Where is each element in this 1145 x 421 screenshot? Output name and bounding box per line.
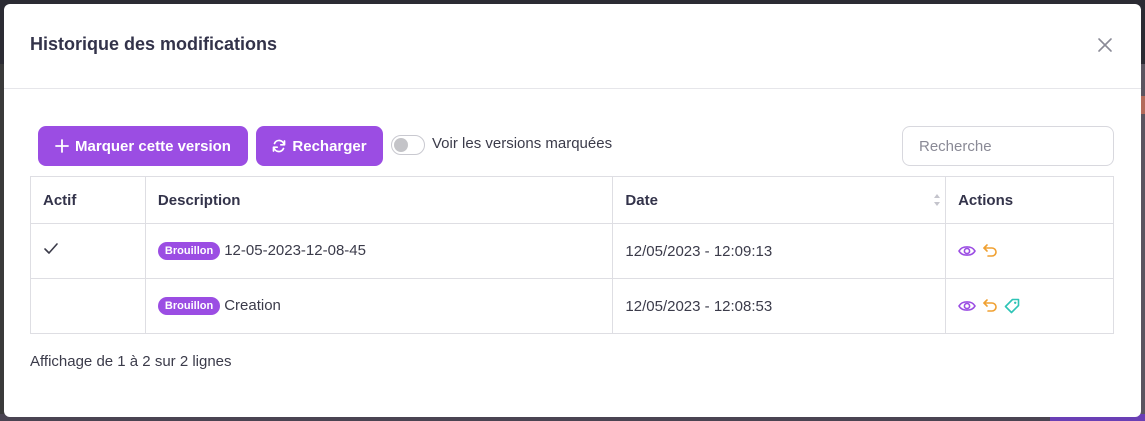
status-badge: Brouillon bbox=[157, 242, 221, 260]
close-icon[interactable] bbox=[1096, 36, 1114, 54]
tag-icon[interactable] bbox=[1004, 298, 1020, 314]
modal-title: Historique des modifications bbox=[30, 34, 278, 54]
active-cell bbox=[30, 278, 146, 334]
modal-header: Historique des modifications bbox=[4, 4, 1141, 89]
reload-button[interactable]: Recharger bbox=[256, 126, 383, 166]
versions-table: Actif Description Date Actions Brouillon… bbox=[30, 176, 1114, 334]
active-cell bbox=[30, 223, 146, 279]
status-badge: Brouillon bbox=[157, 297, 221, 315]
plus-icon bbox=[55, 139, 69, 153]
column-header-date-label: Date bbox=[625, 191, 658, 209]
search-input[interactable] bbox=[902, 126, 1114, 166]
marked-versions-toggle[interactable] bbox=[391, 135, 425, 155]
actions-cell bbox=[945, 223, 1114, 279]
eye-icon[interactable] bbox=[958, 244, 977, 258]
eye-icon[interactable] bbox=[958, 299, 977, 313]
sort-icon[interactable] bbox=[933, 193, 941, 211]
description-cell: Brouillon 12-05-2023-12-08-45 bbox=[144, 223, 614, 279]
table-row: Brouillon 12-05-2023-12-08-45 12/05/2023 … bbox=[30, 223, 1114, 279]
column-header-actif[interactable]: Actif bbox=[30, 176, 146, 224]
date-cell: 12/05/2023 - 12:09:13 bbox=[612, 223, 947, 279]
check-icon bbox=[43, 243, 59, 260]
table-row: Brouillon Creation 12/05/2023 - 12:08:53 bbox=[30, 278, 1114, 334]
pagination-info: Affichage de 1 à 2 sur 2 lignes bbox=[30, 353, 232, 370]
undo-icon[interactable] bbox=[982, 243, 998, 259]
column-header-date[interactable]: Date bbox=[612, 176, 947, 224]
description-text: Creation bbox=[224, 297, 281, 314]
toggle-knob bbox=[394, 138, 408, 152]
undo-icon[interactable] bbox=[982, 298, 998, 314]
marked-versions-label: Voir les versions marquées bbox=[432, 135, 613, 152]
date-cell: 12/05/2023 - 12:08:53 bbox=[612, 278, 947, 334]
mark-version-button[interactable]: Marquer cette version bbox=[38, 126, 248, 166]
column-header-description[interactable]: Description bbox=[144, 176, 614, 224]
history-modal: Historique des modifications Marquer cet… bbox=[4, 4, 1141, 417]
description-text: 12-05-2023-12-08-45 bbox=[224, 242, 366, 259]
column-header-actions: Actions bbox=[945, 176, 1114, 224]
reload-label: Recharger bbox=[292, 137, 367, 155]
description-cell: Brouillon Creation bbox=[144, 278, 614, 334]
table-header-row: Actif Description Date Actions bbox=[30, 176, 1114, 224]
actions-cell bbox=[945, 278, 1114, 334]
refresh-icon bbox=[272, 139, 286, 153]
mark-version-label: Marquer cette version bbox=[75, 137, 231, 155]
